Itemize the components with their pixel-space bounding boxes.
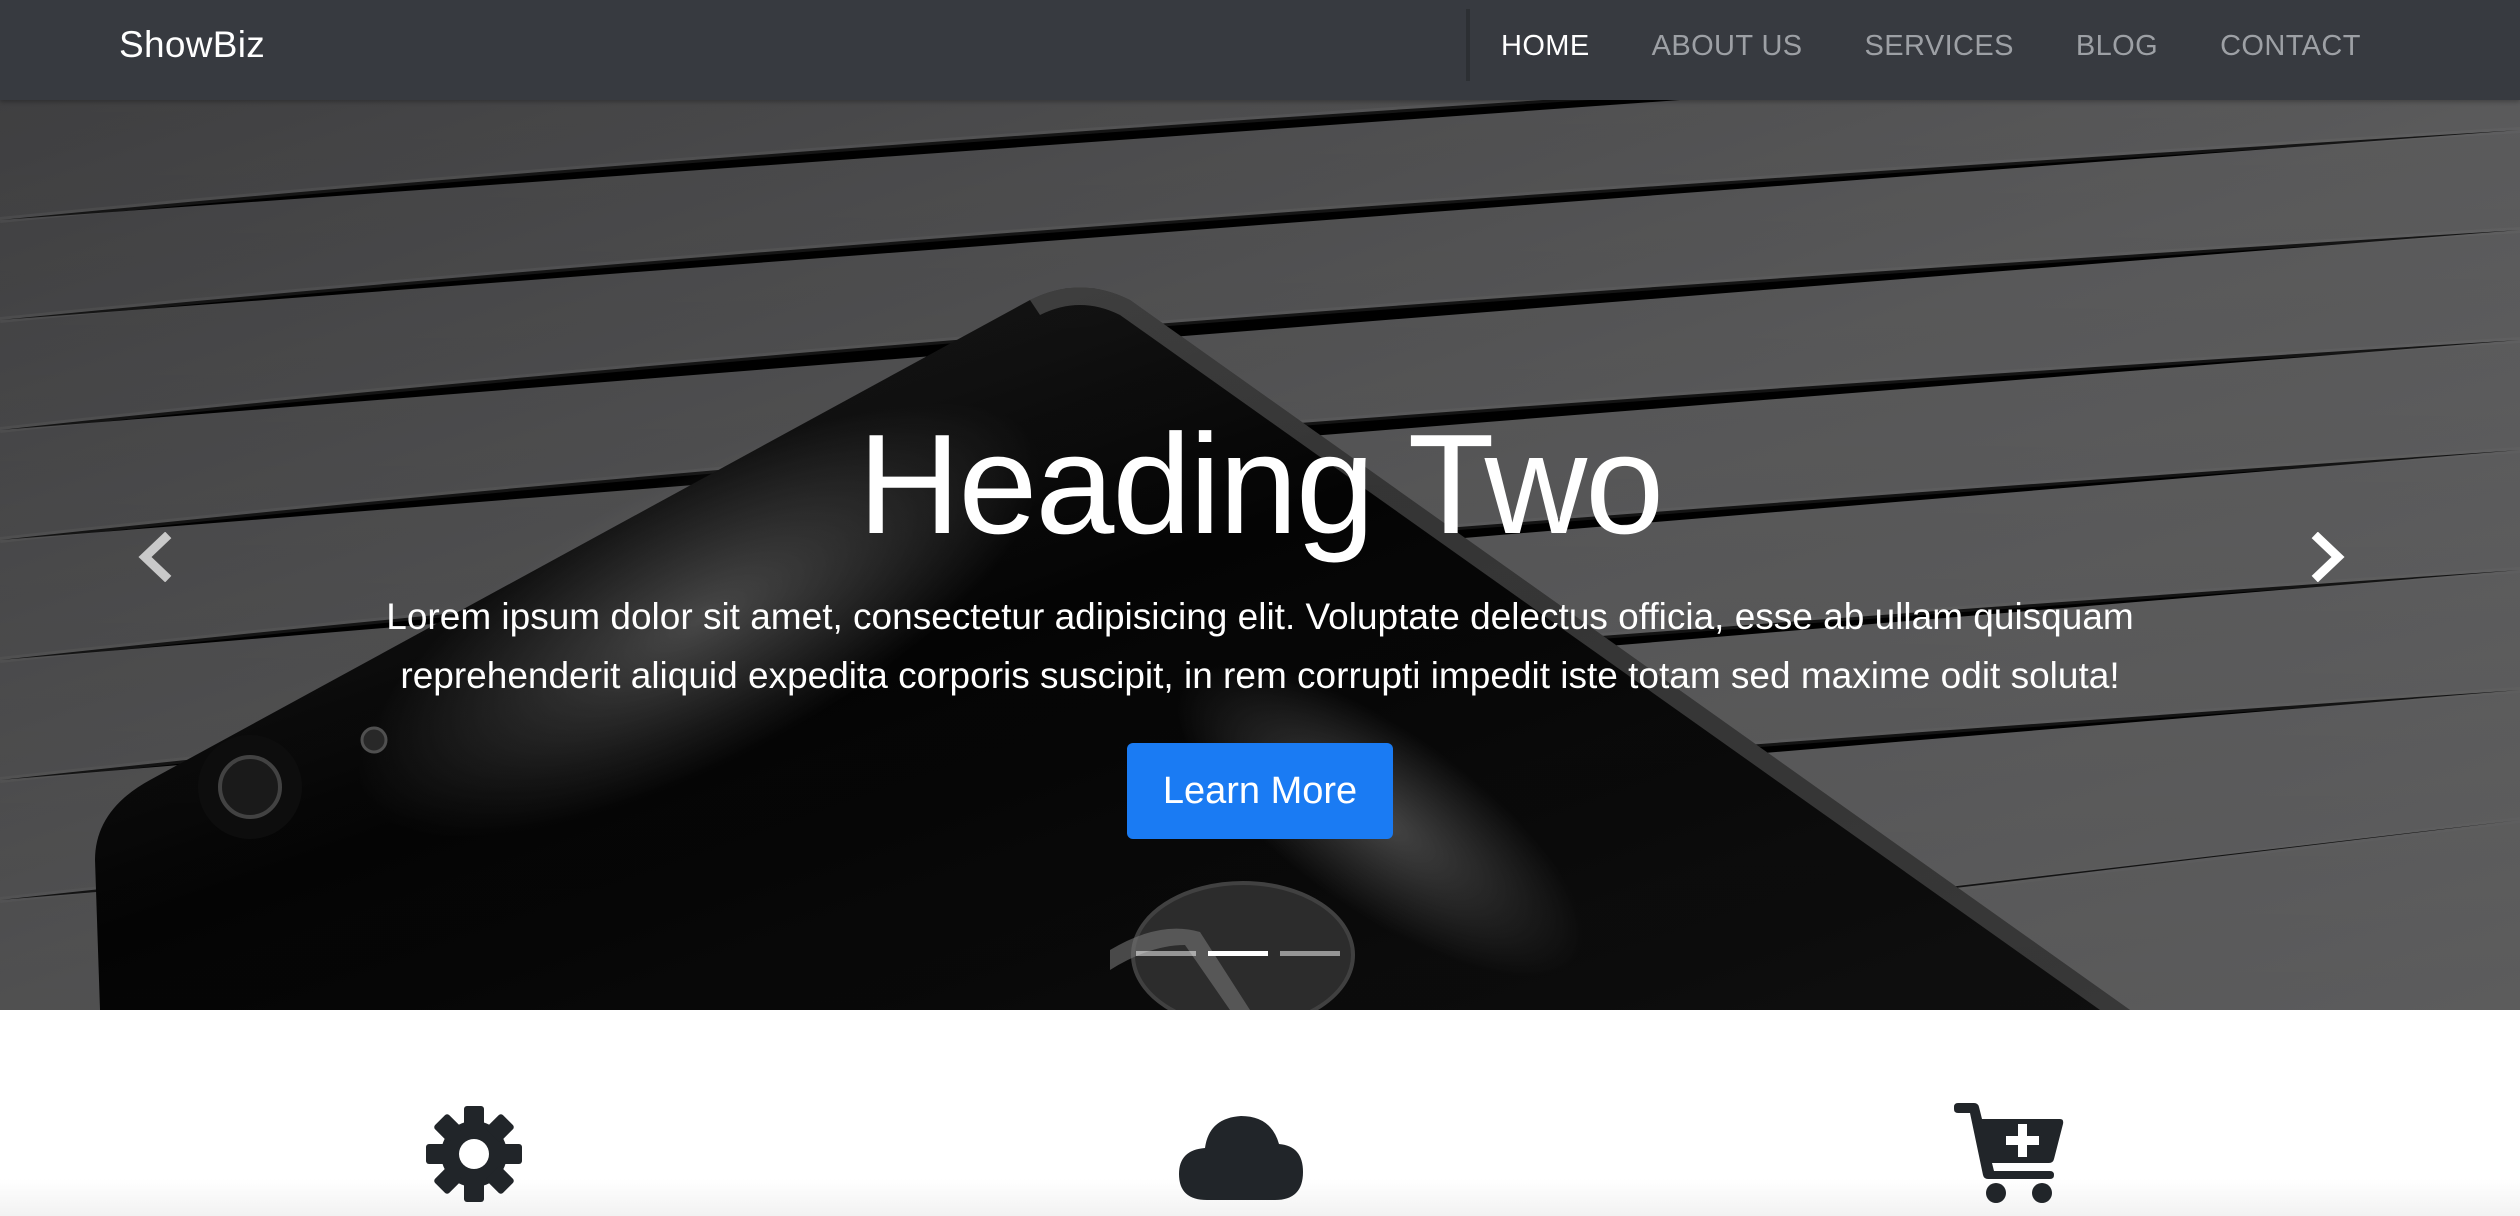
cloud-icon: [1179, 1116, 1303, 1200]
carousel-indicator-1[interactable]: [1136, 951, 1196, 956]
nav-link-blog[interactable]: BLOG: [2045, 30, 2189, 63]
nav-link-home[interactable]: HOME: [1470, 30, 1621, 63]
features-section: [0, 1010, 2520, 1216]
brand-logo[interactable]: ShowBiz: [119, 22, 265, 68]
hero-heading: Heading Two: [857, 405, 1664, 564]
chevron-right-icon[interactable]: [2306, 532, 2350, 582]
hero-carousel: Heading Two Lorem ipsum dolor sit amet, …: [0, 100, 2520, 1010]
learn-more-button[interactable]: Learn More: [1126, 743, 1394, 839]
gear-icon: [426, 1106, 522, 1202]
nav-link-contact[interactable]: CONTACT: [2189, 30, 2392, 63]
carousel-indicators: [1136, 951, 1340, 956]
carousel-indicator-3[interactable]: [1280, 951, 1340, 956]
nav-link-services[interactable]: SERVICES: [1834, 30, 2045, 63]
cart-plus-icon: [1954, 1103, 2064, 1203]
hero-text: Lorem ipsum dolor sit amet, consectetur …: [386, 596, 2134, 696]
carousel-indicator-2[interactable]: [1208, 951, 1268, 956]
navbar: ShowBiz HOME ABOUT US SERVICES BLOG CONT…: [0, 0, 2520, 100]
carousel-caption: Heading Two Lorem ipsum dolor sit amet, …: [260, 400, 2260, 839]
chevron-left-icon[interactable]: [133, 532, 177, 582]
nav-links: HOME ABOUT US SERVICES BLOG CONTACT: [1470, 0, 2392, 92]
nav-link-about-us[interactable]: ABOUT US: [1621, 30, 1834, 63]
